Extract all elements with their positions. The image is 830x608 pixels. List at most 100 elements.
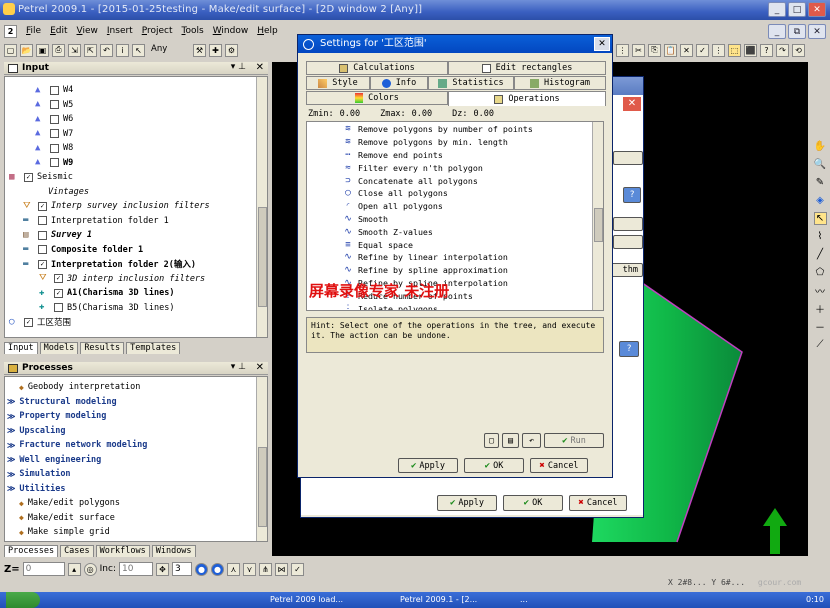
back-cancel-button[interactable]: Cancel [569,495,627,511]
apply-button[interactable]: Apply [398,458,458,473]
input-tree-row[interactable]: ▦ ✓ Seismic [5,170,267,185]
tab-templates[interactable]: Templates [126,342,181,354]
visibility-checkbox[interactable]: ✓ [54,274,63,284]
visibility-checkbox[interactable] [50,100,59,110]
app-menu-icon[interactable]: 2 [4,24,17,38]
input-tree-row[interactable]: ▲ W9 [5,156,267,171]
mdi-restore-button[interactable]: ⧉ [788,24,806,39]
operation-item[interactable]: ≡ Equal space [307,238,603,251]
visibility-checkbox[interactable]: ✓ [24,172,33,182]
menu-view[interactable]: View [77,26,98,36]
menu-edit[interactable]: Edit [50,26,67,36]
check-icon[interactable]: ✓ [696,43,709,57]
z-reset-icon[interactable]: ◎ [83,562,97,576]
process-item[interactable]: ◆ Make/edit polygons [5,496,267,511]
input-tree-row[interactable]: Vintages [5,185,267,200]
back-close-icon[interactable]: ✕ [623,97,641,111]
cursor-icon[interactable]: ↖ [132,43,145,57]
processes-pin-icon[interactable]: ▾ ⊥ [231,362,246,372]
visibility-checkbox[interactable]: ✓ [38,201,47,211]
process-item[interactable]: ◆ Make simple grid [5,525,267,540]
operation-item[interactable]: ∿ Smooth Z-values [307,225,603,238]
draw-line-icon[interactable]: ╱ [814,248,827,261]
tab-cases[interactable]: Cases [60,545,94,557]
panel-pin-icon[interactable]: ▾ ⊥ [231,62,246,72]
tab-style[interactable]: Style [306,76,370,90]
process-icon[interactable]: ⚒ [193,43,206,57]
tab-statistics[interactable]: Statistics [428,76,514,90]
help-icon[interactable]: ? [760,43,773,57]
pencil-icon[interactable]: ✎ [814,176,827,189]
input-tree-row[interactable]: ▬ Interpretation folder 1 [5,214,267,229]
input-tree-row[interactable]: ▤ Survey 1 [5,228,267,243]
tab-processes[interactable]: Processes [4,545,59,557]
menu-help[interactable]: Help [257,26,278,36]
input-tree-row[interactable]: ▲ W8 [5,141,267,156]
mdi-close-button[interactable]: ✕ [808,24,826,39]
z-step-icon[interactable]: ▴ [67,562,81,576]
redo-icon[interactable]: ↷ [776,43,789,57]
processes-scrollbar[interactable] [256,377,267,541]
mdi-minimize-button[interactable]: _ [768,24,786,39]
layer-icon[interactable]: ◈ [814,194,827,207]
input-tree-row[interactable]: ▲ W4 [5,83,267,98]
tab-histogram[interactable]: Histogram [514,76,606,90]
z-input[interactable]: 0 [22,562,65,576]
delete-icon[interactable]: ✕ [680,43,693,57]
operation-item[interactable]: ⋮ Isolate polygons [307,302,603,310]
export-icon[interactable]: ⇱ [84,43,97,57]
operation-item[interactable]: ⊃ Concatenate all polygons [307,174,603,187]
back-help2-icon[interactable]: ? [619,341,639,357]
seismic-tool4-icon[interactable]: ⋈ [274,562,288,576]
blue-circle-icon[interactable]: ● [194,562,208,576]
save-icon[interactable]: ▣ [36,43,49,57]
input-tree-row[interactable]: ⛛ ✓ Interp survey inclusion filters [5,199,267,214]
visibility-checkbox[interactable]: ✓ [24,317,33,327]
menu-project[interactable]: Project [142,26,173,36]
cut-icon[interactable]: ✂ [632,43,645,57]
mode-select[interactable]: Any [148,43,190,57]
close-button[interactable]: ✕ [808,2,826,17]
visibility-checkbox[interactable] [50,114,59,124]
smooth-tool-icon[interactable]: 〰 [814,284,827,298]
seismic-tool5-icon[interactable]: ✓ [290,562,304,576]
input-tree-row[interactable]: ⛛ ✓ 3D interp inclusion filters [5,272,267,287]
operation-item[interactable]: ◯ Close all polygons [307,187,603,200]
panel-close-icon[interactable]: ✕ [256,62,264,73]
inc-input[interactable]: 10 [118,562,153,576]
add-point-icon[interactable]: ＋ [814,302,827,316]
seismic-tool3-icon[interactable]: ⋔ [258,562,272,576]
open-folder-icon[interactable]: 📂 [20,43,33,57]
visibility-checkbox[interactable] [38,245,47,255]
settings-close-button[interactable]: ✕ [594,37,610,51]
rotate-icon[interactable]: ⟲ [792,43,805,57]
menu-window[interactable]: Window [213,26,249,36]
process-item[interactable]: ≫ Simulation [5,467,267,482]
tab-calculations[interactable]: Calculations [306,61,448,75]
menu-file[interactable]: File [26,26,41,36]
ok-button[interactable]: OK [464,458,524,473]
import-icon[interactable]: ⇲ [68,43,81,57]
menu-tools[interactable]: Tools [182,26,204,36]
pick-icon[interactable]: ✚ [209,43,222,57]
copy-icon[interactable]: ⎘ [648,43,661,57]
operation-item[interactable]: ◜ Open all polygons [307,200,603,213]
visibility-checkbox[interactable] [50,158,59,168]
operation-item[interactable]: ∿ Refine by spline approximation [307,264,603,277]
operation-item[interactable]: ∿ Smooth [307,213,603,226]
tab-models[interactable]: Models [39,342,79,354]
tab-edit-rectangles[interactable]: Edit rectangles [448,61,606,75]
back-field-2[interactable] [613,217,643,231]
input-tree-row[interactable]: ▬ Composite folder 1 [5,243,267,258]
visibility-checkbox[interactable]: ✓ [54,288,63,298]
plane-icon[interactable]: ✥ [155,562,169,576]
tab-colors[interactable]: Colors [306,91,448,105]
ruler-icon[interactable]: ⟋ [814,338,827,351]
seismic-tool2-icon[interactable]: ⋎ [242,562,256,576]
taskbar-item-1[interactable]: Petrel 2009 load... [270,595,343,604]
visibility-checkbox[interactable] [38,230,47,240]
back-apply-button[interactable]: Apply [437,495,497,511]
visibility-checkbox[interactable] [50,129,59,139]
input-tree-row[interactable]: ▲ W5 [5,98,267,113]
process-item[interactable]: ◆ Geobody interpretation [5,380,267,395]
